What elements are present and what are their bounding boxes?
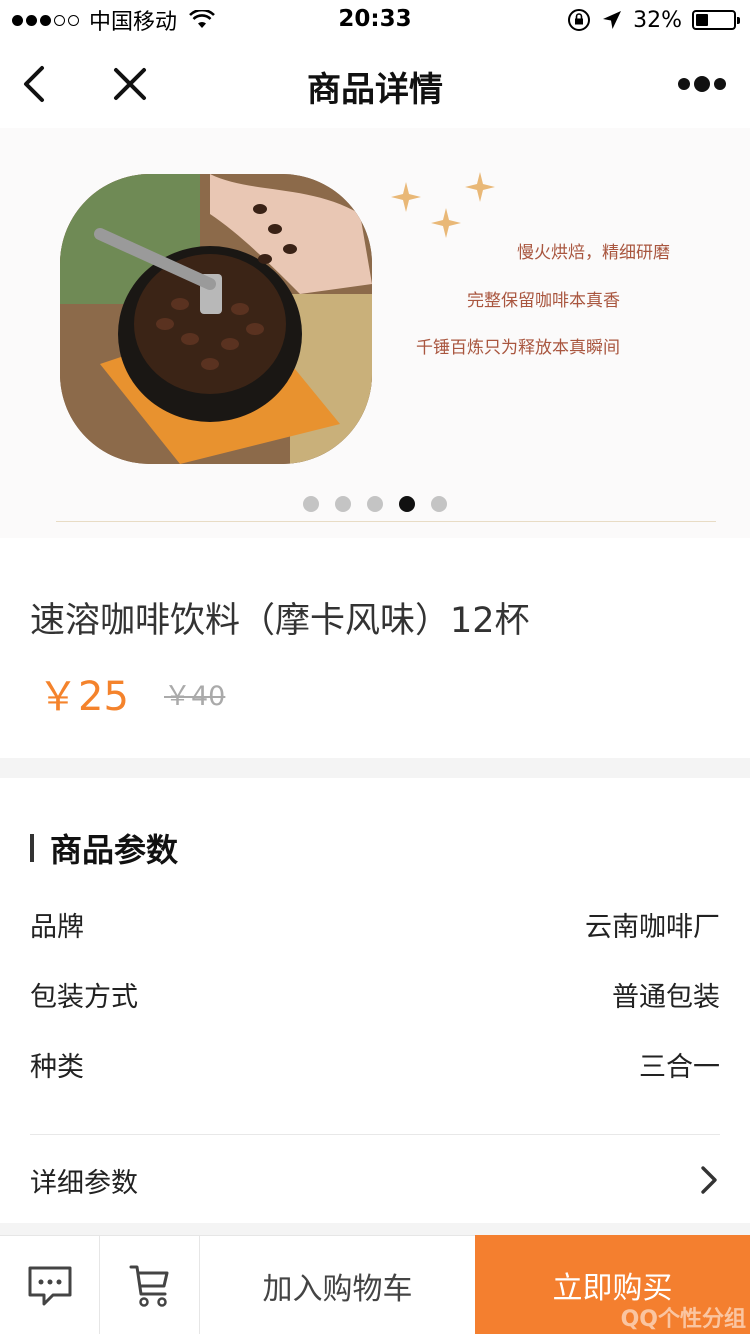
cart-icon: [129, 1265, 168, 1307]
coffee-grinder-image: [60, 174, 372, 464]
divider: [30, 1134, 720, 1135]
heading-accent-bar: [30, 834, 34, 862]
param-label: 品牌: [30, 911, 84, 943]
param-row-brand: 品牌 云南咖啡厂: [30, 904, 720, 944]
param-label: 包装方式: [30, 981, 138, 1013]
chevron-right-icon: [701, 1166, 717, 1194]
carousel-indicator[interactable]: [0, 496, 750, 512]
chat-icon: [28, 1266, 71, 1305]
carousel-dot[interactable]: [367, 496, 383, 512]
product-info: 速溶咖啡饮料（摩卡风味）12杯 ￥25 ￥40: [0, 538, 750, 758]
bottom-action-bar: 加入购物车 立即购买 QQ个性分组: [0, 1235, 750, 1334]
watermark: QQ个性分组: [620, 1307, 746, 1332]
product-banner-carousel[interactable]: 慢火烘焙，精细研磨 完整保留咖啡本真香 千锤百炼只为释放本真瞬间: [0, 128, 750, 538]
carousel-dot[interactable]: [335, 496, 351, 512]
battery-percent: 32%: [633, 7, 682, 33]
param-value: 三合一: [639, 1051, 720, 1083]
cart-button[interactable]: [100, 1236, 200, 1334]
battery-icon: [692, 10, 740, 30]
rotation-lock-icon: [568, 9, 591, 31]
status-bar: 中国移动 20:33 32%: [0, 0, 750, 40]
detail-params-link[interactable]: 详细参数: [30, 1156, 720, 1204]
param-value: 普通包装: [612, 981, 720, 1013]
add-to-cart-button[interactable]: 加入购物车: [200, 1236, 475, 1334]
param-row-packaging: 包装方式 普通包装: [30, 974, 720, 1014]
param-row-type: 种类 三合一: [30, 1044, 720, 1084]
banner-slogan-3: 千锤百炼只为释放本真瞬间: [416, 338, 620, 358]
location-arrow-icon: [603, 11, 622, 29]
section-separator: [0, 1223, 750, 1235]
divider: [56, 521, 716, 522]
banner-slogan-2: 完整保留咖啡本真香: [467, 291, 620, 311]
carousel-dot[interactable]: [431, 496, 447, 512]
params-heading-text: 商品参数: [50, 831, 179, 869]
sparkle-icon: [391, 172, 495, 238]
param-label: 种类: [30, 1051, 84, 1083]
product-params-section: 商品参数 品牌 云南咖啡厂 包装方式 普通包装 种类 三合一 详细参数: [0, 778, 750, 1223]
status-right: 32%: [567, 6, 740, 34]
banner-slogan-1: 慢火烘焙，精细研磨: [517, 243, 670, 263]
nav-bar: 商品详情: [0, 40, 750, 128]
carousel-dot[interactable]: [303, 496, 319, 512]
more-icon[interactable]: [676, 70, 728, 98]
detail-params-label: 详细参数: [30, 1167, 138, 1199]
params-heading: 商品参数: [30, 828, 179, 869]
product-title: 速溶咖啡饮料（摩卡风味）12杯: [30, 601, 530, 641]
carousel-dot[interactable]: [399, 496, 415, 512]
current-price: ￥25: [38, 674, 129, 720]
section-separator: [0, 758, 750, 778]
page-title: 商品详情: [307, 70, 443, 110]
buy-now-button[interactable]: 立即购买 QQ个性分组: [475, 1235, 750, 1334]
customer-service-button[interactable]: [0, 1236, 100, 1334]
original-price: ￥40: [164, 681, 226, 712]
param-value: 云南咖啡厂: [585, 911, 720, 943]
